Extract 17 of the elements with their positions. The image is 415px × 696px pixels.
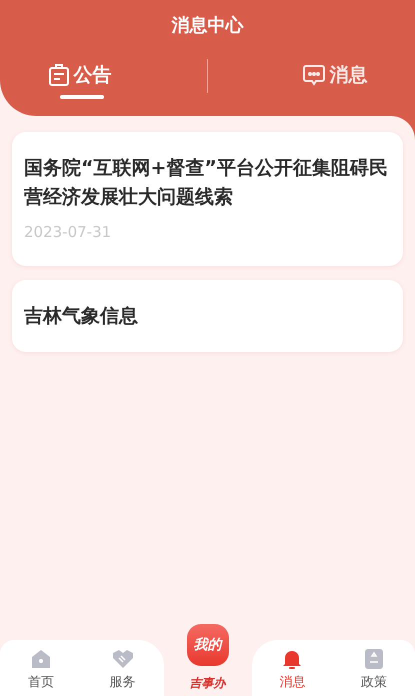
nav-tab[interactable]: 首页 [0, 640, 82, 696]
mine-button[interactable]: 我的 [186, 624, 228, 666]
center-nav-item[interactable]: 我的 吉事办 [164, 624, 252, 696]
notice-title: 吉林气象信息 [24, 304, 139, 328]
handshake-icon [110, 648, 135, 670]
tab[interactable]: 公告 [48, 60, 112, 100]
document-icon [363, 648, 386, 670]
notice-title: 国务院“互联网+督查”平台公开征集阻碍民营经济发展壮大问题线索 [24, 156, 389, 210]
clipboard-icon [48, 63, 70, 87]
nav-label: 吉事办 [190, 675, 226, 692]
nav-tab[interactable]: 政策 [333, 640, 415, 696]
page-title: 消息中心 [172, 15, 244, 36]
nav-tab[interactable]: 消息 [252, 640, 334, 696]
chat-icon [303, 64, 326, 86]
home-icon [30, 648, 52, 670]
nav-tab[interactable]: 服务 [82, 640, 164, 696]
notice-card[interactable]: 吉林气象信息 [12, 280, 403, 352]
